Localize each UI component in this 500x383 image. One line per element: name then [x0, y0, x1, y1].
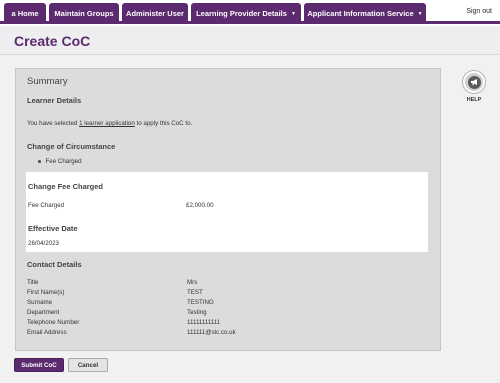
summary-panel: Summary Learner Details You have selecte…: [15, 68, 441, 351]
learner-selection-text: You have selected 1 learner application …: [27, 120, 192, 127]
tab-label: Applicant Information Service: [307, 9, 414, 18]
contact-row: Email Address 111111@slc.co.uk: [27, 329, 236, 336]
contact-label: Telephone Number: [27, 319, 80, 326]
contact-value: 111111@slc.co.uk: [187, 329, 236, 336]
help-button[interactable]: HELP: [462, 71, 486, 103]
fee-charged-value: £2,000.00: [186, 202, 214, 209]
contact-value: Mrs: [187, 279, 198, 286]
title-bar: Create CoC: [0, 26, 500, 55]
contact-row: Title Mrs: [27, 279, 197, 286]
chevron-down-icon: ▼: [417, 10, 423, 17]
sign-out-link[interactable]: Sign out: [466, 8, 492, 15]
help-icon-circle: [463, 71, 485, 93]
learner-details-heading: Learner Details: [27, 96, 82, 105]
change-details-box: Change Fee Charged Fee Charged £2,000.00…: [26, 172, 428, 252]
page-title: Create CoC: [14, 33, 91, 49]
bullet-icon: [38, 160, 41, 163]
contact-value: Testing: [187, 309, 207, 316]
summary-title: Summary: [27, 76, 68, 87]
contact-label: Title: [27, 279, 39, 286]
tab-label: Learning Provider Details: [196, 9, 287, 18]
contact-row: Telephone Number 11111111111: [27, 319, 220, 326]
contact-label: Email Address: [27, 329, 67, 336]
effective-date-heading: Effective Date: [28, 224, 78, 233]
fee-charged-label: Fee Charged: [28, 202, 65, 209]
megaphone-glyph: [470, 79, 477, 86]
top-navigation: a Home Maintain Groups Administer User L…: [0, 0, 500, 24]
change-fee-heading: Change Fee Charged: [28, 182, 104, 191]
tab-administer-user[interactable]: Administer User: [122, 3, 188, 24]
learner-text-after: to apply this CoC to.: [134, 120, 193, 127]
help-label: HELP: [466, 97, 482, 103]
learner-text-before: You have selected: [27, 120, 80, 127]
contact-row: First Name(s) TEST: [27, 289, 203, 296]
megaphone-icon: [467, 75, 481, 89]
contact-value: TESTING: [187, 299, 214, 306]
contact-value: TEST: [187, 289, 203, 296]
coc-list-item: Fee Charged: [38, 158, 82, 165]
tab-applicant-information-service[interactable]: Applicant Information Service ▼: [304, 3, 426, 24]
contact-row: Department Testing: [27, 309, 207, 316]
chevron-down-icon: ▼: [290, 10, 296, 17]
coc-item-label: Fee Charged: [45, 158, 82, 165]
tab-home[interactable]: a Home: [4, 3, 46, 24]
contact-label: Surname: [27, 299, 53, 306]
contact-details-heading: Contact Details: [27, 260, 82, 269]
effective-date-value: 26/04/2023: [28, 240, 59, 247]
change-of-circumstance-heading: Change of Circumstance: [27, 142, 116, 151]
tab-label: Administer User: [126, 9, 184, 18]
content-area: Summary Learner Details You have selecte…: [0, 55, 500, 383]
contact-label: Department: [27, 309, 60, 316]
cancel-button[interactable]: Cancel: [68, 358, 108, 372]
contact-row: Surname TESTING: [27, 299, 214, 306]
tab-label: Maintain Groups: [54, 9, 114, 18]
contact-value: 11111111111: [187, 319, 221, 326]
tab-label: a Home: [11, 9, 39, 18]
submit-coc-button[interactable]: Submit CoC: [14, 358, 64, 372]
tab-maintain-groups[interactable]: Maintain Groups: [49, 3, 119, 24]
contact-label: First Name(s): [27, 289, 65, 296]
tab-learning-provider-details[interactable]: Learning Provider Details ▼: [191, 3, 301, 24]
learner-application-link[interactable]: 1 learner application: [79, 120, 135, 127]
